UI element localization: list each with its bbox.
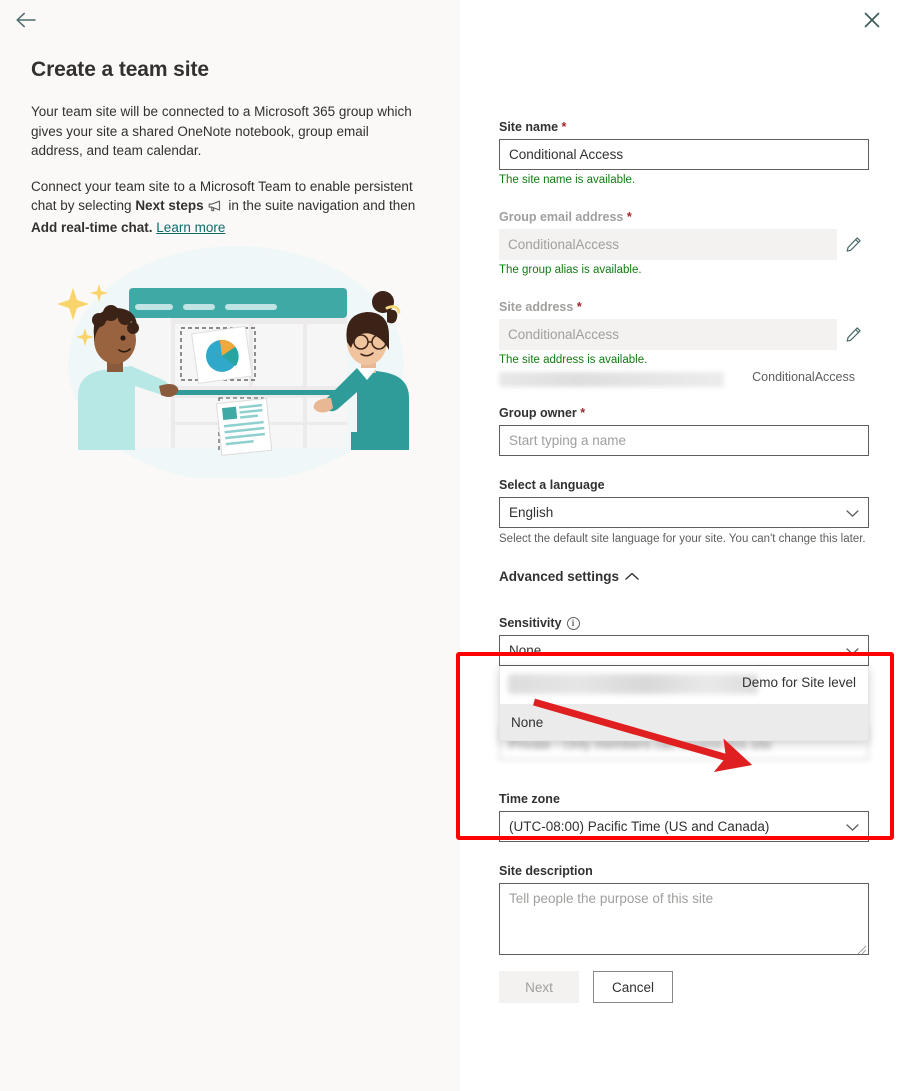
group-email-input: ConditionalAccess: [499, 229, 837, 260]
group-owner-label: Group owner *: [499, 406, 869, 420]
site-address-row: ConditionalAccess: [499, 319, 869, 350]
site-address-label: Site address *: [499, 300, 869, 314]
field-sensitivity: Sensitivity i None Private - Only member…: [499, 616, 869, 760]
p2-part-b: in the suite navigation and then: [224, 198, 416, 213]
site-description-placeholder: Tell people the purpose of this site: [509, 891, 714, 906]
required-asterisk: *: [580, 406, 586, 420]
sensitivity-label-text: Sensitivity: [499, 616, 562, 630]
site-creation-form: Site name * Conditional Access The site …: [499, 120, 869, 1003]
sensitivity-option-redacted[interactable]: Demo for Site level: [500, 666, 868, 704]
arrow-left-icon: [16, 12, 36, 28]
group-alias-availability-message: The group alias is available.: [499, 264, 642, 276]
learn-more-link[interactable]: Learn more: [156, 220, 225, 235]
cancel-button[interactable]: Cancel: [593, 971, 673, 1003]
sensitivity-select[interactable]: None: [499, 635, 869, 666]
group-owner-input[interactable]: Start typing a name: [499, 425, 869, 456]
field-time-zone: Time zone (UTC-08:00) Pacific Time (US a…: [499, 792, 869, 842]
megaphone-icon: [207, 198, 222, 218]
site-address-label-text: Site address: [499, 300, 574, 314]
site-name-availability-message: The site name is available.: [499, 174, 636, 186]
group-email-edit-button[interactable]: [837, 229, 869, 260]
chevron-down-icon: [846, 643, 859, 658]
sensitivity-value: None: [509, 643, 542, 658]
redacted-option-label: [508, 674, 758, 694]
create-site-form-panel: Site name * Conditional Access The site …: [460, 0, 900, 1091]
close-button[interactable]: [854, 4, 890, 36]
time-zone-label: Time zone: [499, 792, 560, 806]
group-owner-label-text: Group owner: [499, 406, 577, 420]
site-url-suffix: ConditionalAccess: [752, 370, 855, 384]
site-address-input: ConditionalAccess: [499, 319, 837, 350]
team-collaboration-illustration: [31, 246, 431, 482]
language-label: Select a language: [499, 478, 605, 492]
site-address-availability-message: The site address is available.: [499, 354, 648, 366]
pencil-icon: [846, 327, 861, 342]
required-asterisk: *: [626, 210, 632, 224]
language-value: English: [509, 505, 554, 520]
time-zone-select[interactable]: (UTC-08:00) Pacific Time (US and Canada): [499, 811, 869, 842]
form-actions: Next Cancel: [499, 971, 869, 1003]
left-info-panel: Create a team site Your team site will b…: [0, 0, 460, 1091]
required-asterisk: *: [561, 120, 567, 134]
chevron-down-icon: [846, 819, 859, 834]
advanced-settings-label: Advanced settings: [499, 569, 620, 584]
sensitivity-option-none[interactable]: None: [500, 704, 868, 740]
site-url-preview: ConditionalAccess: [499, 370, 869, 390]
field-group-email: Group email address * ConditionalAccess …: [499, 210, 869, 278]
intro-paragraph-2: Connect your team site to a Microsoft Te…: [31, 177, 423, 238]
site-name-label-text: Site name: [499, 120, 559, 134]
info-icon[interactable]: i: [566, 616, 580, 630]
site-name-label: Site name *: [499, 120, 869, 134]
advanced-settings-toggle[interactable]: Advanced settings: [499, 569, 869, 584]
back-button[interactable]: [8, 4, 44, 36]
pencil-icon: [846, 237, 861, 252]
p2-bold-next-steps: Next steps: [135, 198, 204, 213]
time-zone-value: (UTC-08:00) Pacific Time (US and Canada): [509, 819, 770, 834]
redacted-url-prefix: [499, 372, 724, 387]
p2-bold-add-chat: Add real-time chat.: [31, 219, 153, 235]
group-email-label: Group email address *: [499, 210, 869, 224]
sensitivity-dropdown-wrapper: None Private - Only members can access t…: [499, 635, 869, 760]
group-email-label-text: Group email address: [499, 210, 624, 224]
demo-for-site-level-annotation: Demo for Site level: [741, 675, 856, 690]
site-name-input[interactable]: Conditional Access: [499, 139, 869, 170]
left-content: Create a team site Your team site will b…: [31, 58, 431, 253]
field-group-owner: Group owner * Start typing a name: [499, 406, 869, 456]
field-language: Select a language English Select the def…: [499, 478, 869, 547]
group-email-row: ConditionalAccess: [499, 229, 869, 260]
chevron-up-icon: [625, 569, 639, 584]
field-site-description: Site description Tell people the purpose…: [499, 864, 869, 955]
sensitivity-label: Sensitivity i: [499, 616, 869, 630]
site-address-edit-button[interactable]: [837, 319, 869, 350]
field-site-name: Site name * Conditional Access The site …: [499, 120, 869, 188]
chevron-down-icon: [846, 505, 859, 520]
required-asterisk: *: [576, 300, 582, 314]
sensitivity-options-flyout: Demo for Site level None: [499, 666, 869, 741]
language-helper-text: Select the default site language for you…: [499, 533, 866, 545]
language-select[interactable]: English: [499, 497, 869, 528]
next-button[interactable]: Next: [499, 971, 579, 1003]
site-description-label: Site description: [499, 864, 593, 878]
resize-grip-icon[interactable]: [857, 943, 867, 955]
page-title: Create a team site: [31, 58, 209, 81]
site-description-textarea[interactable]: Tell people the purpose of this site: [499, 883, 869, 955]
close-icon: [864, 12, 880, 28]
field-site-address: Site address * ConditionalAccess The sit…: [499, 300, 869, 390]
intro-paragraph-1: Your team site will be connected to a Mi…: [31, 104, 412, 158]
